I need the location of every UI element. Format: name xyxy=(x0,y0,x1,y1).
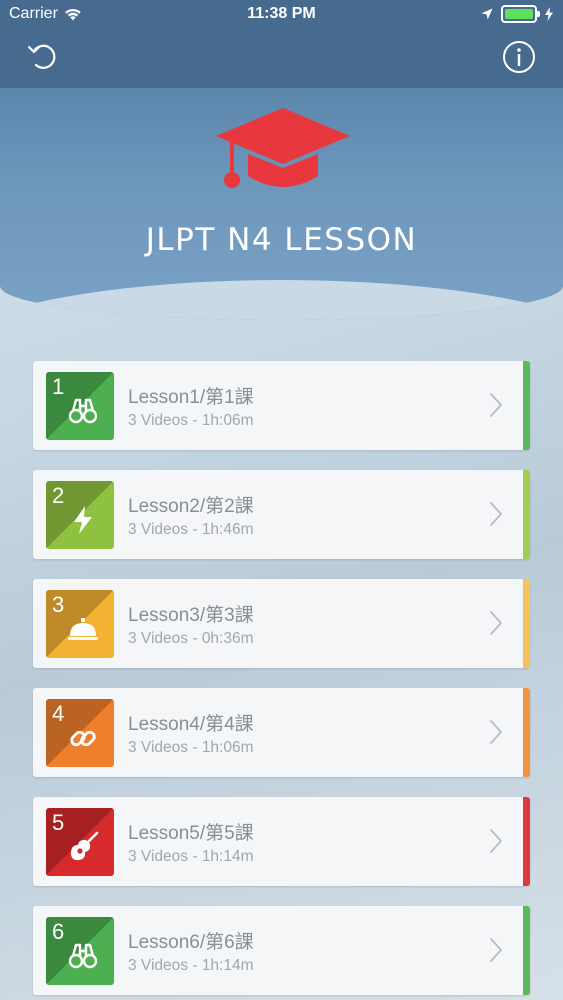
lesson-color-stripe xyxy=(523,688,530,777)
chevron-right-icon xyxy=(490,611,502,635)
lesson-title: Lesson5/第5課 xyxy=(128,823,254,844)
lesson-number: 3 xyxy=(52,592,65,617)
lesson-row-3[interactable]: 3 Lesson3/第3課 3 Videos - 0h:36m xyxy=(33,579,530,668)
lesson-title: Lesson1/第1課 xyxy=(128,387,254,408)
lesson-subtitle: 3 Videos - 1h:14m xyxy=(128,957,254,974)
lesson-color-stripe xyxy=(523,579,530,668)
lesson-color-stripe xyxy=(523,797,530,886)
battery-icon xyxy=(501,5,540,23)
lesson-number: 4 xyxy=(52,701,65,726)
lesson-title: Lesson2/第2課 xyxy=(128,496,254,517)
lesson-subtitle: 3 Videos - 1h:06m xyxy=(128,412,254,429)
lesson-number: 1 xyxy=(52,374,65,399)
binoculars-icon xyxy=(68,943,98,969)
lesson-row-1[interactable]: 1 Lesson1/第1課 3 Videos - 1h:06m xyxy=(33,361,530,450)
lesson-color-stripe xyxy=(523,470,530,559)
lesson-badge: 5 xyxy=(46,808,114,876)
chevron-right-icon xyxy=(490,502,502,526)
status-time: 11:38 PM xyxy=(247,5,316,22)
link-icon xyxy=(70,730,96,747)
lesson-row-4[interactable]: 4 Lesson4/第4課 3 Videos - 1h:06m xyxy=(33,688,530,777)
chevron-right-icon xyxy=(490,720,502,744)
service-bell-icon xyxy=(68,618,98,640)
chevron-right-icon xyxy=(490,393,502,417)
reload-button[interactable] xyxy=(26,40,60,74)
info-button[interactable] xyxy=(502,40,536,74)
lesson-subtitle: 3 Videos - 1h:46m xyxy=(128,521,254,538)
lightning-icon xyxy=(74,506,92,534)
lesson-row-2[interactable]: 2 Lesson2/第2課 3 Videos - 1h:46m xyxy=(33,470,530,559)
guitar-icon xyxy=(71,831,99,861)
page-title: JLPT N4 LESSON xyxy=(145,222,418,258)
lesson-subtitle: 3 Videos - 0h:36m xyxy=(128,630,254,647)
chevron-right-icon xyxy=(490,938,502,962)
lesson-title: Lesson6/第6課 xyxy=(128,932,254,953)
lesson-subtitle: 3 Videos - 1h:06m xyxy=(128,739,254,756)
graduation-cap-icon xyxy=(216,108,350,188)
info-icon xyxy=(503,41,535,73)
lesson-color-stripe xyxy=(523,361,530,450)
charging-bolt-icon xyxy=(545,7,553,21)
lesson-number: 5 xyxy=(52,810,65,835)
location-arrow-icon xyxy=(481,8,493,20)
lesson-row-5[interactable]: 5 Lesson5/第5課 3 Videos - 1h:14m xyxy=(33,797,530,886)
binoculars-icon xyxy=(68,398,98,424)
lesson-title: Lesson3/第3課 xyxy=(128,605,254,626)
lesson-list: 1 Lesson1/第1課 3 Videos - 1h:06m 2 Lesson… xyxy=(33,361,530,1000)
status-bar: Carrier 11:38 PM xyxy=(0,0,563,30)
chevron-right-icon xyxy=(490,829,502,853)
reload-icon xyxy=(27,44,56,69)
lesson-number: 2 xyxy=(52,483,65,508)
lesson-badge: 4 xyxy=(46,699,114,767)
lesson-badge: 6 xyxy=(46,917,114,985)
lesson-badge: 3 xyxy=(46,590,114,658)
lesson-color-stripe xyxy=(523,906,530,995)
status-right-group xyxy=(481,5,553,23)
lesson-badge: 2 xyxy=(46,481,114,549)
lesson-title: Lesson4/第4課 xyxy=(128,714,254,735)
lesson-badge: 1 xyxy=(46,372,114,440)
lesson-subtitle: 3 Videos - 1h:14m xyxy=(128,848,254,865)
lesson-number: 6 xyxy=(52,919,65,944)
lesson-row-6[interactable]: 6 Lesson6/第6課 3 Videos - 1h:14m xyxy=(33,906,530,995)
